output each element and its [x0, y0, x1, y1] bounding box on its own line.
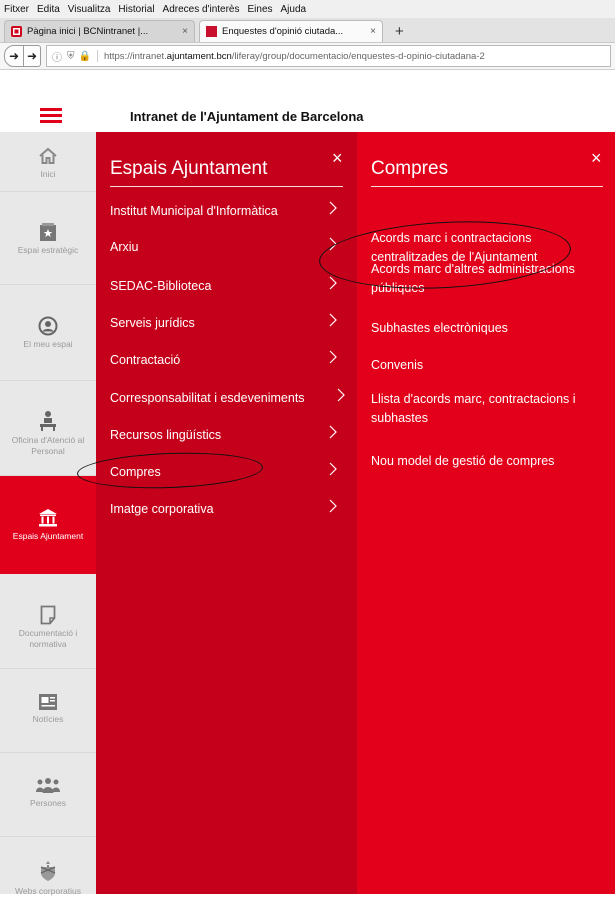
- menu-item-label: SEDAC-Biblioteca: [110, 279, 212, 293]
- shield-icon[interactable]: ⛨: [67, 51, 75, 62]
- menu-item-serveis-juridics[interactable]: Serveis jurídics: [110, 313, 350, 330]
- chevron-right-icon: [329, 499, 337, 513]
- menu-item-imi[interactable]: Institut Municipal d'Informàtica: [110, 201, 350, 218]
- sidebar: Inici Espai estratègic El meu espai Ofic…: [0, 132, 96, 896]
- menu-view[interactable]: Visualitza: [64, 4, 115, 15]
- menu-item-label: Arxiu: [110, 240, 139, 254]
- close-tab-icon[interactable]: ×: [182, 26, 188, 37]
- menu-item-label: Recursos lingüístics: [110, 428, 222, 442]
- menu-item-recursos-linguistics[interactable]: Recursos lingüístics: [110, 425, 350, 442]
- url-prefix: https://intranet.: [103, 50, 167, 62]
- sidebar-item-inici[interactable]: Inici: [0, 132, 96, 192]
- menu-item-arxiu[interactable]: Arxiu: [110, 237, 350, 254]
- sidebar-item-oficina-atencio[interactable]: Oficina d'Atenció al Personal: [0, 381, 96, 476]
- menu-item-sedac-biblioteca[interactable]: SEDAC-Biblioteca: [110, 276, 350, 293]
- sidebar-item-label: Inici: [40, 169, 56, 179]
- sidebar-item-label: Webs corporatius: [15, 886, 81, 896]
- browser-menubar: Fitxer Edita Visualitza Historial Adrece…: [0, 0, 615, 18]
- menu-history[interactable]: Historial: [114, 4, 158, 15]
- menu-file[interactable]: Fitxer: [0, 4, 33, 15]
- menu-item-contractacio[interactable]: Contractació: [110, 350, 350, 367]
- panel-title: Espais Ajuntament: [110, 158, 268, 179]
- star-document-icon: [0, 222, 96, 242]
- people-desk-icon: [0, 410, 96, 432]
- menu-item-imatge-corporativa[interactable]: Imatge corporativa: [110, 499, 350, 516]
- menu-item-corresponsabilitat[interactable]: Corresponsabilitat i esdeveniments: [110, 388, 350, 405]
- address-separator: [96, 50, 98, 62]
- chevron-right-icon: [329, 313, 337, 327]
- panel-divider: [110, 186, 343, 187]
- sidebar-item-label: Persones: [30, 798, 66, 808]
- chevron-right-icon: [337, 388, 345, 402]
- sidebar-item-noticies[interactable]: Notícies: [0, 669, 96, 753]
- page-header: Intranet de l'Ajuntament de Barcelona: [0, 102, 615, 133]
- sidebar-item-label: Espai estratègic: [17, 245, 79, 255]
- menu-edit[interactable]: Edita: [33, 4, 64, 15]
- hamburger-menu-icon[interactable]: [40, 108, 62, 124]
- user-circle-icon: [0, 316, 96, 336]
- tab-pagina-inici[interactable]: Pàgina inici | BCNintranet |... ×: [4, 20, 195, 42]
- back-button[interactable]: ➜: [4, 45, 24, 67]
- home-icon: [0, 146, 96, 166]
- tab-enquestes[interactable]: Enquestes d'opinió ciutada... ×: [199, 20, 383, 42]
- arrow-right-icon: ➜: [26, 49, 38, 63]
- menu-help[interactable]: Ajuda: [277, 4, 311, 15]
- close-tab-icon[interactable]: ×: [370, 26, 376, 37]
- menu-item-label: Corresponsabilitat i esdeveniments: [110, 391, 305, 405]
- sidebar-item-persones[interactable]: Persones: [0, 753, 96, 837]
- menu-panel-espais-ajuntament: Espais Ajuntament × Institut Municipal d…: [76, 132, 357, 894]
- sidebar-item-el-meu-espai[interactable]: El meu espai: [0, 285, 96, 381]
- newspaper-icon: [0, 693, 96, 711]
- sidebar-item-label: Espais Ajuntament: [12, 531, 84, 541]
- browser-navbar: ➜ ➜ ⓘ ⛨ 🔒 https://intranet. ajuntament.bc…: [0, 43, 615, 70]
- site-title: Intranet de l'Ajuntament de Barcelona: [130, 109, 364, 124]
- menu-item-subhastes[interactable]: Subhastes electròniques: [371, 319, 606, 338]
- url-path: /liferay/group/documentacio/enquestes-d-…: [231, 50, 485, 62]
- barcelona-seal-icon: [206, 26, 217, 37]
- tab-strip: Pàgina inici | BCNintranet |... × Enques…: [0, 18, 615, 43]
- menu-bookmarks[interactable]: Adreces d'interès: [159, 4, 244, 15]
- menu-item-label: Institut Municipal d'Informàtica: [110, 204, 278, 218]
- sidebar-item-label: Notícies: [32, 714, 64, 724]
- document-icon: [0, 605, 96, 625]
- address-bar[interactable]: ⓘ ⛨ 🔒 https://intranet. ajuntament.bcn/li…: [46, 45, 611, 67]
- arrow-left-icon: ➜: [8, 49, 20, 63]
- menu-item-llista-acords[interactable]: Llista d'acords marc, contractacions i s…: [371, 390, 606, 428]
- close-panel-icon[interactable]: ×: [332, 149, 343, 167]
- group-icon: [0, 777, 96, 795]
- lock-icon[interactable]: 🔒: [79, 51, 91, 62]
- bank-icon: [0, 508, 96, 528]
- menu-item-label: Contractació: [110, 353, 181, 367]
- chevron-right-icon: [329, 425, 337, 439]
- chevron-right-icon: [329, 201, 337, 215]
- sidebar-item-espai-estrategic[interactable]: Espai estratègic: [0, 192, 96, 285]
- sidebar-item-webs-corporatius[interactable]: Webs corporatius: [0, 837, 96, 896]
- sidebar-item-label: Documentació i normativa: [18, 628, 78, 649]
- sidebar-item-documentacio[interactable]: Documentació i normativa: [0, 574, 96, 669]
- info-icon[interactable]: ⓘ: [52, 49, 62, 64]
- panel-divider: [371, 186, 603, 187]
- tab-title: Enquestes d'opinió ciutada...: [222, 26, 344, 37]
- sidebar-item-label: El meu espai: [23, 339, 73, 349]
- favicon-icon: [11, 26, 22, 37]
- forward-button[interactable]: ➜: [24, 45, 41, 67]
- menu-item-label: Serveis jurídics: [110, 316, 195, 330]
- tab-title: Pàgina inici | BCNintranet |...: [27, 26, 149, 37]
- menu-item-label: Imatge corporativa: [110, 502, 214, 516]
- sidebar-item-label: Oficina d'Atenció al Personal: [11, 435, 85, 456]
- chevron-right-icon: [329, 462, 337, 476]
- new-tab-button[interactable]: +: [395, 23, 404, 40]
- menu-item-nou-model[interactable]: Nou model de gestió de compres: [371, 452, 606, 471]
- sidebar-item-espais-ajuntament[interactable]: Espais Ajuntament: [0, 476, 96, 574]
- highlight-ellipse-compres: [76, 449, 264, 492]
- url-domain: ajuntament.bcn: [166, 50, 232, 62]
- close-panel-icon[interactable]: ×: [591, 149, 602, 167]
- panel-title: Compres: [371, 158, 449, 179]
- menu-item-convenis[interactable]: Convenis: [371, 356, 606, 375]
- chevron-right-icon: [329, 350, 337, 364]
- menu-tools[interactable]: Eines: [244, 4, 277, 15]
- chevron-right-icon: [329, 276, 337, 290]
- crest-icon: [0, 861, 96, 883]
